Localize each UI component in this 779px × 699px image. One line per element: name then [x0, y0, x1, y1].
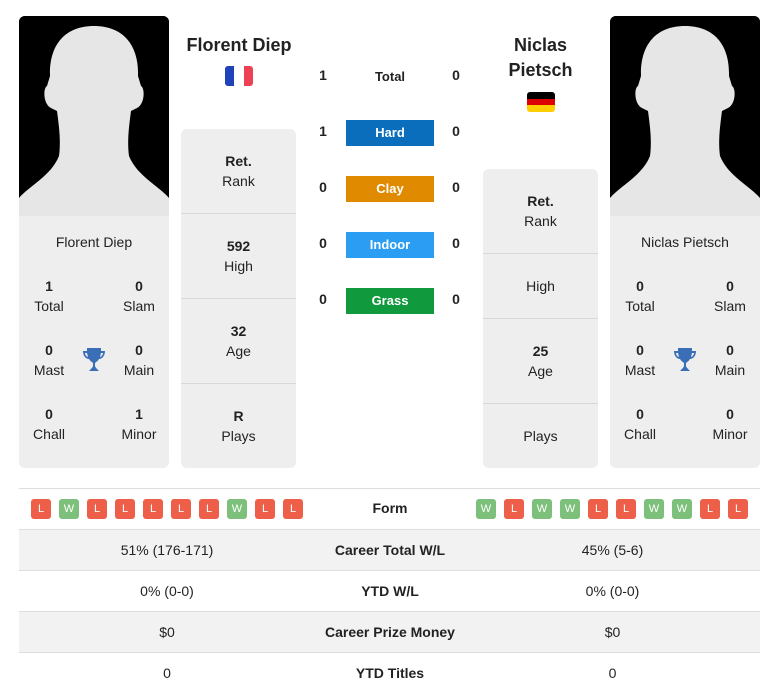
silhouette-icon [610, 16, 760, 216]
player2-first-name: Niclas [513, 35, 568, 55]
stat-label: Career Total W/L [334, 542, 446, 558]
surface-indoor-badge[interactable]: Indoor [346, 232, 434, 258]
player2-last-name: Pietsch [508, 60, 573, 80]
stat-label: Career Prize Money [325, 624, 455, 640]
surface-grass-badge[interactable]: Grass [346, 288, 434, 314]
player2-main-titles: 0 Main [714, 342, 746, 378]
player2-slam-titles: 0 Slam [714, 278, 746, 314]
surface-hard-badge[interactable]: Hard [346, 120, 434, 146]
silhouette-icon [19, 16, 169, 216]
trophy-icon [673, 347, 697, 378]
form-win-badge[interactable]: W [532, 499, 552, 519]
player1-rank: Ret. Rank [222, 153, 255, 189]
form-win-badge[interactable]: W [59, 499, 79, 519]
player1-chall-titles: 0 Chall [33, 406, 65, 442]
player2-stat-value: 0% (0-0) [585, 583, 640, 599]
form-loss-badge[interactable]: L [143, 499, 163, 519]
divider [19, 488, 760, 489]
player1-plays: R Plays [221, 408, 256, 444]
player1-total-titles: 1 Total [34, 278, 64, 314]
player2-age: 25 Age [528, 343, 553, 379]
h2h-p2-indoor: 0 [452, 235, 460, 251]
stat-row-career-prize-money: $0 Career Prize Money $0 [19, 612, 760, 653]
player1-name: Florent Diep [55, 234, 133, 250]
form-loss-badge[interactable]: L [115, 499, 135, 519]
france-flag-icon [225, 66, 253, 86]
form-win-badge[interactable]: W [560, 499, 580, 519]
player2-titles-card: Niclas Pietsch 0 Total 0 Slam 0 Mast 0 Main … [610, 216, 760, 468]
player1-minor-titles: 1 Minor [121, 406, 157, 442]
player2-stat-value: 45% (5-6) [581, 542, 644, 558]
player1-age: 32 Age [226, 323, 251, 359]
form-win-badge[interactable]: W [227, 499, 247, 519]
player1-stat-value: 0 [163, 665, 171, 681]
h2h-p2-total: 0 [452, 67, 460, 83]
player1-mast-titles: 0 Mast [33, 342, 65, 378]
h2h-p1-grass: 0 [319, 291, 327, 307]
player2-total-titles: 0 Total [625, 278, 655, 314]
player2-stat-value: 0 [608, 665, 617, 681]
form-label: Form [372, 500, 408, 516]
stat-row-ytd-titles: 0 YTD Titles 0 [19, 653, 760, 694]
player2-rank: Ret. Rank [524, 193, 557, 229]
player2-chall-titles: 0 Chall [624, 406, 656, 442]
form-win-badge[interactable]: W [672, 499, 692, 519]
player1-stat-value: 51% (176-171) [120, 542, 214, 558]
player2-high: High [526, 278, 555, 294]
form-loss-badge[interactable]: L [171, 499, 191, 519]
form-loss-badge[interactable]: L [588, 499, 608, 519]
player1-header-name[interactable]: Florent Diep [176, 33, 302, 58]
stat-label: YTD Titles [355, 665, 425, 681]
h2h-p2-hard: 0 [452, 123, 460, 139]
h2h-p1-indoor: 0 [319, 235, 327, 251]
trophy-icon [82, 347, 106, 378]
form-loss-badge[interactable]: L [255, 499, 275, 519]
player1-high: 592 High [224, 238, 253, 274]
player2-rank-card: Ret. Rank High 25 Age Plays [483, 169, 598, 468]
stat-row-ytd-wl: 0% (0-0) YTD W/L 0% (0-0) [19, 571, 760, 612]
player1-stat-value: 0% (0-0) [140, 583, 194, 599]
player1-rank-card: Ret. Rank 592 High 32 Age R Plays [181, 129, 296, 468]
h2h-p2-grass: 0 [452, 291, 460, 307]
germany-flag-icon [527, 92, 555, 112]
form-loss-badge[interactable]: L [728, 499, 748, 519]
surface-clay-badge[interactable]: Clay [346, 176, 434, 202]
form-win-badge[interactable]: W [644, 499, 664, 519]
form-loss-badge[interactable]: L [700, 499, 720, 519]
h2h-p1-total: 1 [319, 67, 327, 83]
player2-photo [610, 16, 760, 216]
player1-photo [19, 16, 169, 216]
stat-label: YTD W/L [361, 583, 419, 599]
form-loss-badge[interactable]: L [87, 499, 107, 519]
player1-slam-titles: 0 Slam [123, 278, 155, 314]
player1-main-titles: 0 Main [123, 342, 155, 378]
stat-row-career-total-wl: 51% (176-171) Career Total W/L 45% (5-6) [19, 530, 760, 571]
form-loss-badge[interactable]: L [283, 499, 303, 519]
form-loss-badge[interactable]: L [31, 499, 51, 519]
form-loss-badge[interactable]: L [504, 499, 524, 519]
h2h-total-label: Total [374, 69, 406, 84]
player1-titles-card: Florent Diep 1 Total 0 Slam 0 Mast 0 Main 0C… [19, 216, 169, 468]
h2h-p1-hard: 1 [319, 123, 327, 139]
player2-header-name[interactable]: Niclas Pietsch [480, 33, 601, 83]
player1-stat-value: $0 [159, 624, 175, 640]
form-loss-badge[interactable]: L [199, 499, 219, 519]
form-win-badge[interactable]: W [476, 499, 496, 519]
h2h-p2-clay: 0 [452, 179, 460, 195]
player2-minor-titles: 0 Minor [712, 406, 748, 442]
form-loss-badge[interactable]: L [616, 499, 636, 519]
player2-name: Niclas Pietsch [641, 234, 729, 250]
player2-plays: Plays [523, 428, 558, 444]
h2h-p1-clay: 0 [319, 179, 327, 195]
player2-mast-titles: 0 Mast [624, 342, 656, 378]
player2-stat-value: $0 [604, 624, 621, 640]
